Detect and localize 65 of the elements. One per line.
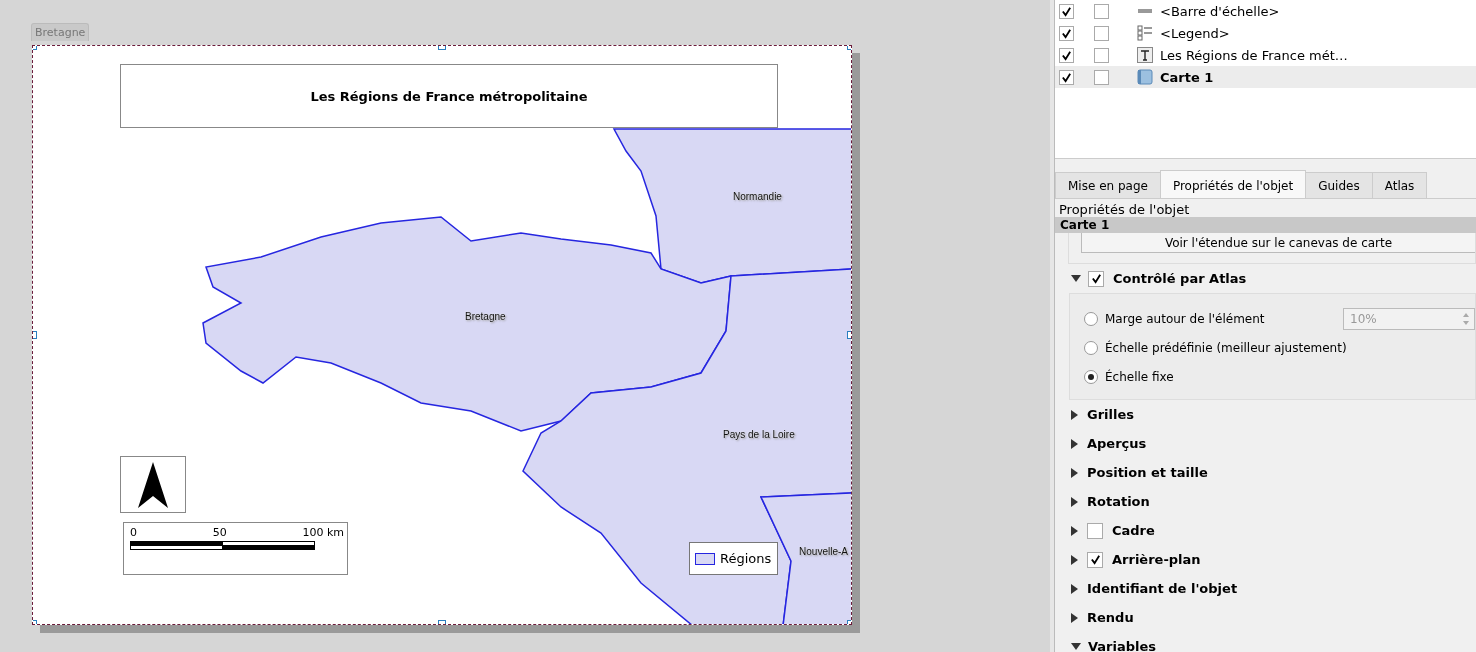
map-icon — [1137, 69, 1153, 85]
legend-swatch-icon — [695, 552, 715, 565]
lock-checkbox[interactable] — [1094, 47, 1109, 63]
section-label: Identifiant de l'objet — [1087, 581, 1238, 596]
collapse-arrow-icon[interactable] — [1071, 409, 1078, 420]
layer-name: <Barre d'échelle> — [1160, 3, 1280, 19]
section-label: Contrôlé par Atlas — [1113, 271, 1247, 286]
scale-label: 50 — [212, 526, 227, 539]
layer-name: <Legend> — [1160, 25, 1230, 41]
section-label: Rotation — [1087, 494, 1150, 509]
scale-label: 100 km — [302, 526, 344, 539]
section-checkbox[interactable] — [1087, 551, 1103, 568]
section-label: Variables — [1088, 639, 1157, 652]
panel-tab[interactable]: Guides — [1305, 172, 1373, 198]
section-label: Cadre — [1112, 523, 1155, 538]
collapse-arrow-icon[interactable] — [1071, 438, 1078, 449]
layer-row[interactable]: Les Régions de France mét… — [1055, 44, 1476, 66]
section-label: Rendu — [1087, 610, 1134, 625]
visibility-checkbox[interactable] — [1059, 47, 1074, 63]
legend-icon — [1137, 25, 1153, 41]
lock-checkbox[interactable] — [1094, 69, 1109, 85]
layer-name: Carte 1 — [1160, 69, 1214, 85]
scale-label: 0 — [130, 526, 137, 539]
collapse-arrow-icon[interactable] — [1071, 525, 1078, 536]
section-label: Position et taille — [1087, 465, 1208, 480]
radio-button[interactable] — [1084, 340, 1098, 355]
lock-checkbox[interactable] — [1094, 25, 1109, 41]
region-label: Bretagne — [465, 311, 506, 322]
region-label: Nouvelle-A — [799, 546, 848, 557]
section-label: Grilles — [1087, 407, 1134, 422]
visibility-checkbox[interactable] — [1059, 3, 1074, 19]
radio-label: Marge autour de l'élément — [1105, 311, 1265, 326]
collapse-arrow-icon[interactable] — [1071, 496, 1078, 507]
radio-button[interactable] — [1084, 369, 1098, 384]
collapse-arrow-icon[interactable] — [1071, 583, 1078, 594]
layer-row[interactable]: Carte 1 — [1055, 66, 1476, 88]
group-checkbox[interactable] — [1088, 270, 1104, 287]
section-label: Arrière-plan — [1112, 552, 1201, 567]
collapse-arrow-icon[interactable] — [1071, 643, 1081, 650]
section-checkbox[interactable] — [1087, 522, 1103, 539]
section-label: Aperçus — [1087, 436, 1147, 451]
layer-name: Les Régions de France mét… — [1160, 47, 1348, 63]
text-icon — [1137, 47, 1153, 63]
layer-row[interactable]: <Legend> — [1055, 22, 1476, 44]
map-title: Les Régions de France métropolitaine — [120, 64, 778, 128]
lock-checkbox[interactable] — [1094, 3, 1109, 19]
collapse-arrow-icon[interactable] — [1071, 612, 1078, 623]
radio-label: Échelle prédéfinie (meilleur ajustement) — [1105, 340, 1347, 355]
region-label: Normandie — [733, 191, 782, 202]
panel-tab[interactable]: Propriétés de l'objet — [1159, 170, 1307, 198]
visibility-checkbox[interactable] — [1059, 69, 1074, 85]
legend-label: Régions — [720, 551, 772, 566]
visibility-checkbox[interactable] — [1059, 25, 1074, 41]
region-label: Pays de la Loire — [723, 429, 795, 440]
collapse-arrow-icon[interactable] — [1071, 275, 1081, 282]
panel-tab[interactable]: Mise en page — [1055, 172, 1161, 198]
view-extent-button[interactable]: Voir l'étendue sur le canevas de carte — [1081, 233, 1475, 253]
panel-tab[interactable]: Atlas — [1371, 172, 1428, 198]
collapse-arrow-icon[interactable] — [1071, 554, 1078, 565]
radio-button[interactable] — [1084, 311, 1098, 326]
panel-heading: Propriétés de l'objet — [1058, 201, 1191, 217]
item-title-bar: Carte 1 — [1055, 217, 1476, 233]
collapse-arrow-icon[interactable] — [1071, 467, 1078, 478]
radio-label: Échelle fixe — [1105, 369, 1174, 384]
layer-row[interactable]: <Barre d'échelle> — [1055, 0, 1476, 22]
